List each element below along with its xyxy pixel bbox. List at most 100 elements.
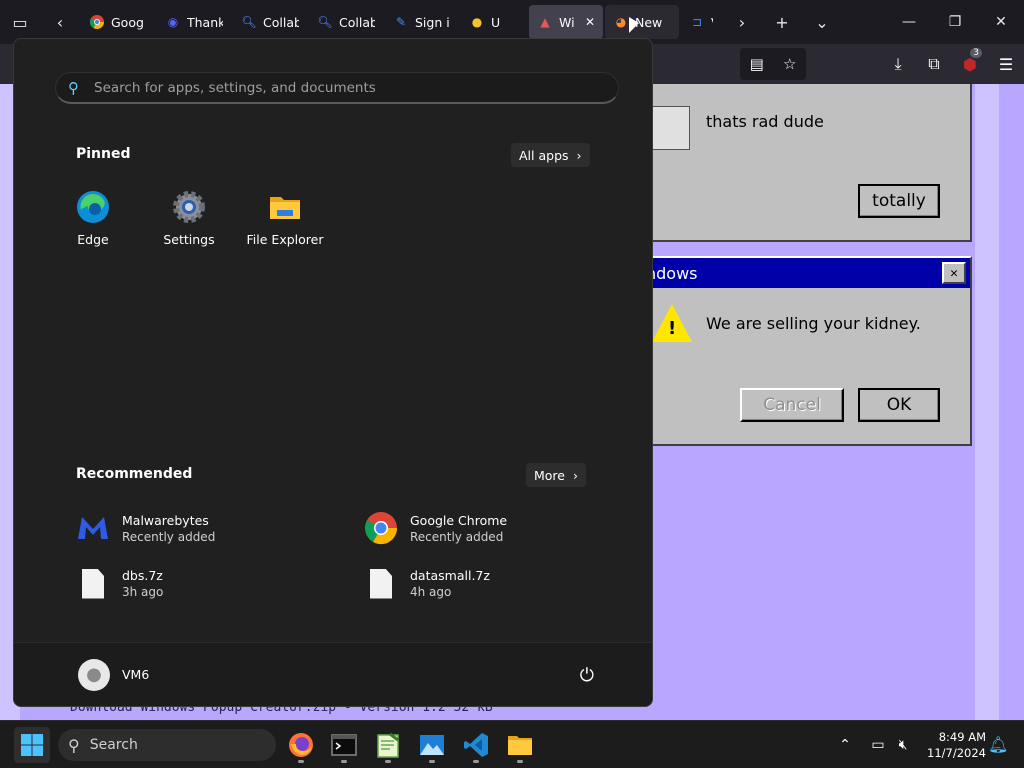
warning-icon-mark: ! — [668, 318, 677, 339]
terminal-icon — [331, 734, 357, 756]
tab-scroll-right-button[interactable]: › — [722, 0, 762, 44]
notification-bell-icon[interactable]: 🔔︎ — [988, 735, 1008, 754]
file-icon — [370, 568, 392, 599]
browser-tab[interactable]: ◉ Thank — [157, 5, 231, 39]
downloads-icon[interactable]: ⤓ — [880, 46, 916, 82]
start-search-input[interactable] — [94, 79, 574, 96]
taskbar-search[interactable]: ⚲ Search — [58, 729, 276, 761]
hat-icon: ▲ — [540, 15, 550, 29]
start-menu: ⚲ Pinned All apps › Edge Settings File E… — [13, 38, 653, 707]
minimize-button[interactable]: — — [886, 0, 932, 44]
dialog-message: We are selling your kidney. — [706, 314, 921, 333]
url-bar-actions: ▤ ☆ — [740, 48, 806, 80]
recommended-item[interactable]: dbs.7z 3h ago — [82, 568, 163, 599]
column-icon — [652, 106, 690, 150]
start-footer: ● VM6 ⏻ — [14, 642, 652, 706]
browser-tab[interactable]: Goog — [81, 5, 155, 39]
bell-icon: ● — [471, 15, 483, 29]
search-icon: 🔍︎ — [317, 15, 333, 29]
file-icon — [82, 568, 104, 599]
chrome-icon — [89, 14, 105, 30]
extension-badge: 3 — [970, 48, 982, 58]
malwarebytes-icon — [76, 511, 110, 545]
browser-tab[interactable]: ⊐ V — [681, 5, 721, 39]
search-icon: ⚲ — [68, 78, 79, 97]
volume-muted-icon[interactable]: 🔇︎ — [892, 737, 914, 753]
chevron-up-icon[interactable]: ⌃ — [834, 737, 856, 753]
taskbar-notepadpp[interactable] — [370, 727, 406, 763]
toolbar-icons: ⤓ ⧉ ⬢ 3 ☰ — [880, 44, 1024, 84]
running-indicator — [298, 760, 304, 763]
taskbar-vscode[interactable] — [458, 727, 494, 763]
clock-date: 11/7/2024 — [927, 746, 986, 760]
popup-dialog-rad: thats rad dude totally — [640, 84, 972, 242]
clock-time: 8:49 AM — [938, 730, 986, 744]
restore-button[interactable]: ❐ — [932, 0, 978, 44]
network-icon[interactable]: ▭ — [864, 737, 892, 753]
chrome-icon — [364, 511, 398, 545]
cancel-button[interactable]: Cancel — [740, 388, 844, 422]
reader-view-icon[interactable]: ▤ — [750, 55, 764, 73]
all-apps-button[interactable]: All apps › — [511, 143, 590, 167]
recommended-item[interactable]: datasmall.7z 4h ago — [370, 568, 490, 599]
taskbar-app[interactable] — [414, 727, 450, 763]
taskbar-firefox[interactable] — [283, 727, 319, 763]
chevron-left-icon: ‹ — [56, 12, 64, 32]
ublock-icon[interactable]: ⬢ 3 — [952, 46, 988, 82]
ok-button[interactable]: OK — [858, 388, 940, 422]
chevron-right-icon: › — [576, 147, 582, 163]
taskbar-file-explorer[interactable] — [502, 727, 538, 763]
popup-dialog-kidney: ndows ✕ ! We are selling your kidney. Ca… — [640, 256, 972, 446]
bookmark-star-icon[interactable]: ☆ — [783, 55, 796, 73]
dialog-close-button[interactable]: ✕ — [942, 262, 966, 284]
extensions-icon[interactable]: ⧉ — [916, 46, 952, 82]
browser-tab[interactable]: ◕ New — [605, 5, 679, 39]
recommended-title: Recommended — [76, 466, 193, 482]
running-indicator — [473, 760, 479, 763]
browser-tab[interactable]: ● U — [461, 5, 527, 39]
running-indicator — [517, 760, 523, 763]
chevron-down-icon: ⌄ — [815, 12, 829, 32]
close-window-button[interactable]: ✕ — [978, 0, 1024, 44]
new-tab-button[interactable]: + — [762, 0, 802, 44]
system-tray: ⌃ ▭ 🔇︎ — [834, 721, 914, 768]
mouse-cursor-icon — [629, 17, 639, 33]
pinned-app-file-explorer[interactable]: File Explorer — [240, 190, 330, 247]
browser-tab[interactable]: 🔍︎ Collab — [233, 5, 307, 39]
recommended-item[interactable]: Malwarebytes Recently added — [76, 511, 215, 545]
notepad-icon — [377, 732, 399, 758]
browser-tab[interactable]: 🔍︎ Collab — [309, 5, 383, 39]
window-controls: — ❐ ✕ — [886, 0, 1024, 44]
search-icon: ⚲ — [68, 735, 80, 755]
list-tabs-button[interactable]: ⌄ — [802, 0, 842, 44]
running-indicator — [429, 760, 435, 763]
menu-icon[interactable]: ☰ — [988, 46, 1024, 82]
firefox-icon — [289, 733, 313, 757]
chevron-right-icon: › — [573, 467, 578, 483]
pinned-app-edge[interactable]: Edge — [48, 190, 138, 247]
user-avatar[interactable]: ● — [78, 658, 110, 691]
more-button[interactable]: More › — [526, 463, 586, 487]
power-icon[interactable]: ⏻ — [580, 665, 594, 686]
discord-icon: ◉ — [167, 15, 179, 29]
pinned-app-settings[interactable]: Settings — [144, 190, 234, 247]
taskbar-terminal[interactable] — [326, 727, 362, 763]
user-name[interactable]: VM6 — [122, 667, 149, 682]
taskbar-clock[interactable]: 8:49 AM 11/7/2024 — [922, 729, 986, 761]
start-button[interactable] — [14, 727, 50, 763]
recommended-item[interactable]: Google Chrome Recently added — [364, 511, 507, 545]
gear-icon — [172, 190, 206, 224]
vscode-icon — [464, 733, 488, 757]
totally-button[interactable]: totally — [858, 184, 940, 218]
running-indicator — [341, 760, 347, 763]
browser-tab-active[interactable]: ▲ Wi ✕ — [529, 5, 603, 39]
taskbar: ⚲ Search ⌃ ▭ 🔇︎ 8:49 AM 11/7/2024 🔔︎ — [0, 720, 1024, 768]
sign-icon: ✎ — [395, 15, 407, 29]
chevron-right-icon: › — [738, 12, 746, 32]
close-tab-icon[interactable]: ✕ — [585, 15, 595, 29]
browser-tab[interactable]: ✎ Sign i — [385, 5, 459, 39]
folder-icon — [268, 190, 302, 224]
running-indicator — [385, 760, 391, 763]
dialog-title: ndows — [642, 258, 970, 288]
start-search-box[interactable]: ⚲ — [55, 72, 619, 104]
